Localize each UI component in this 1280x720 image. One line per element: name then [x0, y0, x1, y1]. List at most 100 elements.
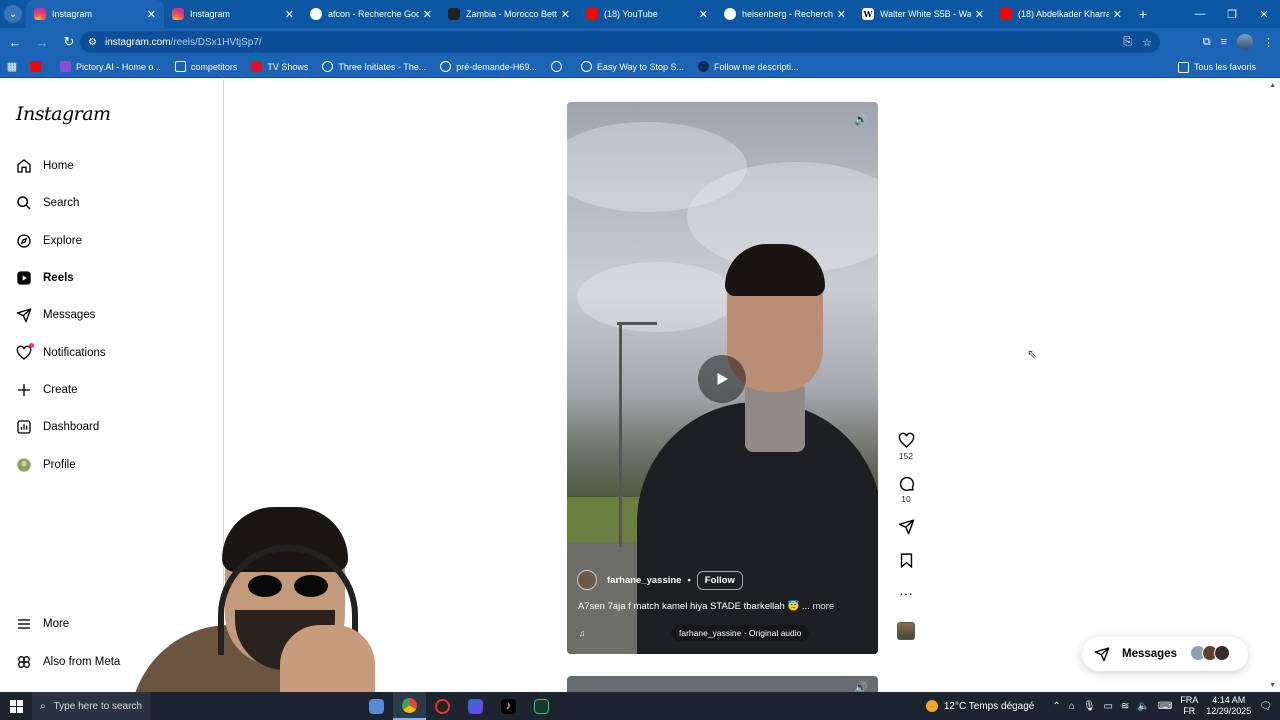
- play-icon: [717, 373, 728, 385]
- share-button[interactable]: [892, 518, 920, 535]
- browser-tab-strip: ⌄ Instagram ✕ Instagram ✕ afcon - Recher…: [0, 0, 1280, 28]
- like-button[interactable]: 152: [892, 432, 920, 461]
- bookmark-star-icon[interactable]: ☆: [1142, 36, 1152, 49]
- editor-icon: [468, 698, 483, 714]
- comment-button[interactable]: 10: [892, 475, 920, 504]
- minimize-icon[interactable]: —: [1184, 0, 1216, 28]
- volume-icon[interactable]: 🔊: [852, 110, 870, 128]
- reel-username[interactable]: farhane_yassine: [607, 575, 681, 586]
- sidebar-item-profile[interactable]: Profile: [16, 453, 76, 477]
- network-icon[interactable]: ⌂: [1069, 701, 1075, 712]
- play-button[interactable]: [698, 355, 746, 403]
- chevron-up-icon[interactable]: ⌃: [1052, 701, 1060, 712]
- reload-icon[interactable]: ↻: [57, 30, 81, 54]
- install-app-icon[interactable]: ⎘: [1123, 36, 1132, 49]
- save-button[interactable]: [892, 552, 920, 569]
- taskbar-search-input[interactable]: ⌕ Type here to search: [32, 692, 150, 720]
- notification-center-icon[interactable]: 🗨: [1259, 701, 1272, 712]
- close-icon[interactable]: ✕: [147, 8, 156, 21]
- reel-video[interactable]: 🔊 farhane_yassine • Follow A7sen 7aja f …: [567, 102, 878, 654]
- bookmark-item[interactable]: competitors: [174, 61, 237, 72]
- bookmark-item[interactable]: Follow me descripti...: [698, 61, 799, 72]
- app-icon: [369, 698, 384, 714]
- browser-tab[interactable]: (18) YouTube ✕: [578, 0, 716, 28]
- taskbar-app-tiktok[interactable]: ♪: [492, 692, 525, 720]
- bookmark-item[interactable]: [30, 61, 46, 72]
- instagram-icon: [172, 8, 184, 20]
- webcam-overlay: [130, 505, 380, 695]
- sidebar-item-explore[interactable]: Explore: [16, 229, 82, 253]
- windows-start-button[interactable]: [0, 692, 32, 720]
- bookmark-item[interactable]: Three Initiates - The...: [322, 61, 426, 72]
- taskbar-app-chrome[interactable]: [393, 692, 426, 720]
- keyboard-icon[interactable]: ⌨: [1158, 701, 1172, 712]
- new-tab-button[interactable]: +: [1130, 6, 1156, 22]
- more-options-button[interactable]: ···: [892, 586, 920, 600]
- wifi-icon[interactable]: ≋: [1121, 701, 1129, 712]
- apps-grid-icon[interactable]: ▦: [0, 60, 24, 73]
- extensions-icon[interactable]: ⧉: [1203, 36, 1211, 49]
- back-arrow-icon[interactable]: ←: [3, 30, 27, 54]
- sidebar-item-search[interactable]: Search: [16, 191, 79, 215]
- close-icon[interactable]: ✕: [423, 8, 432, 21]
- bookmark-item[interactable]: Easy Way to Stop S...: [580, 61, 684, 72]
- close-window-icon[interactable]: ✕: [1248, 0, 1280, 28]
- close-icon[interactable]: ✕: [285, 8, 294, 21]
- language-indicator[interactable]: FRA FR: [1180, 695, 1198, 717]
- browser-tab[interactable]: (18) Abdelkader Kharraz ✕: [992, 0, 1130, 28]
- reel-audio[interactable]: ♫ farhane_yassine · Original audio: [579, 624, 824, 642]
- close-icon[interactable]: ✕: [561, 8, 570, 21]
- media-controls-icon[interactable]: ≡: [1221, 36, 1227, 48]
- close-icon[interactable]: ✕: [837, 8, 846, 21]
- site-info-icon[interactable]: ⚙: [88, 37, 97, 48]
- hamburger-menu-icon: [18, 619, 30, 629]
- bookmark-item[interactable]: TV Shows: [251, 61, 308, 72]
- all-bookmarks[interactable]: Tous les favoris: [1177, 56, 1256, 78]
- browser-tab[interactable]: W Walter White S5B - Walte ✕: [854, 0, 992, 28]
- sidebar-item-dashboard[interactable]: Dashboard: [16, 415, 99, 439]
- taskbar-app-terminal[interactable]: [525, 692, 558, 720]
- bookmark-item[interactable]: pré-demande-H69...: [440, 61, 537, 72]
- instagram-logo[interactable]: Instagram: [16, 103, 111, 125]
- like-count: 152: [898, 451, 914, 461]
- sidebar-item-create[interactable]: Create: [16, 378, 78, 402]
- scroll-down-arrow[interactable]: ▼: [1269, 682, 1276, 689]
- messages-floating-button[interactable]: Messages: [1082, 637, 1248, 671]
- menu-kebab-icon[interactable]: ⋮: [1263, 36, 1274, 49]
- microphone-icon[interactable]: 🎙: [1083, 701, 1096, 712]
- weather-widget[interactable]: 12°C Temps dégagé: [925, 700, 1034, 712]
- browser-tab[interactable]: Instagram ✕: [164, 0, 302, 28]
- address-bar[interactable]: ⚙ instagram.com/reels/DSx1HVtjSp7/ ⎘ ☆: [80, 31, 1160, 53]
- profile-avatar[interactable]: [1237, 34, 1253, 50]
- avatar[interactable]: [577, 570, 597, 590]
- speaker-icon[interactable]: 🔈: [1137, 701, 1149, 712]
- compass-icon: [17, 234, 31, 248]
- taskbar-app-editor[interactable]: [459, 692, 492, 720]
- bookmark-item[interactable]: [550, 61, 567, 72]
- tab-search-button[interactable]: ⌄: [0, 0, 26, 28]
- sidebar-item-notifications[interactable]: Notifications: [16, 341, 106, 365]
- close-icon[interactable]: ✕: [699, 8, 708, 21]
- close-icon[interactable]: ✕: [1113, 8, 1122, 21]
- sidebar-item-also-from-meta[interactable]: Also from Meta: [16, 650, 120, 674]
- browser-tab[interactable]: heisenberg - Recherche G ✕: [716, 0, 854, 28]
- maximize-icon[interactable]: ❐: [1216, 0, 1248, 28]
- scroll-up-arrow[interactable]: ▲: [1269, 82, 1276, 89]
- browser-tab[interactable]: afcon - Recherche Google ✕: [302, 0, 440, 28]
- forward-arrow-icon[interactable]: →: [30, 30, 54, 54]
- bookmark-item[interactable]: Pictory.AI - Home o...: [60, 61, 161, 72]
- sidebar-item-messages[interactable]: Messages: [16, 303, 95, 327]
- clock[interactable]: 4:14 AM 12/29/2025: [1206, 695, 1251, 717]
- display-icon[interactable]: ▭: [1104, 701, 1113, 712]
- sidebar-item-home[interactable]: Home: [16, 154, 74, 178]
- close-icon[interactable]: ✕: [975, 8, 984, 21]
- sidebar-item-reels[interactable]: Reels: [16, 266, 74, 290]
- sidebar-item-more[interactable]: More: [16, 612, 69, 636]
- audio-thumbnail[interactable]: [897, 622, 915, 640]
- taskbar-app-recorder[interactable]: [426, 692, 459, 720]
- browser-tab[interactable]: Zambia - Morocco Betting ✕: [440, 0, 578, 28]
- caption-more-link[interactable]: more: [812, 601, 834, 612]
- follow-button[interactable]: Follow: [696, 570, 743, 590]
- browser-tab[interactable]: Instagram ✕: [26, 0, 164, 28]
- taskbar-app-unknown[interactable]: [360, 692, 393, 720]
